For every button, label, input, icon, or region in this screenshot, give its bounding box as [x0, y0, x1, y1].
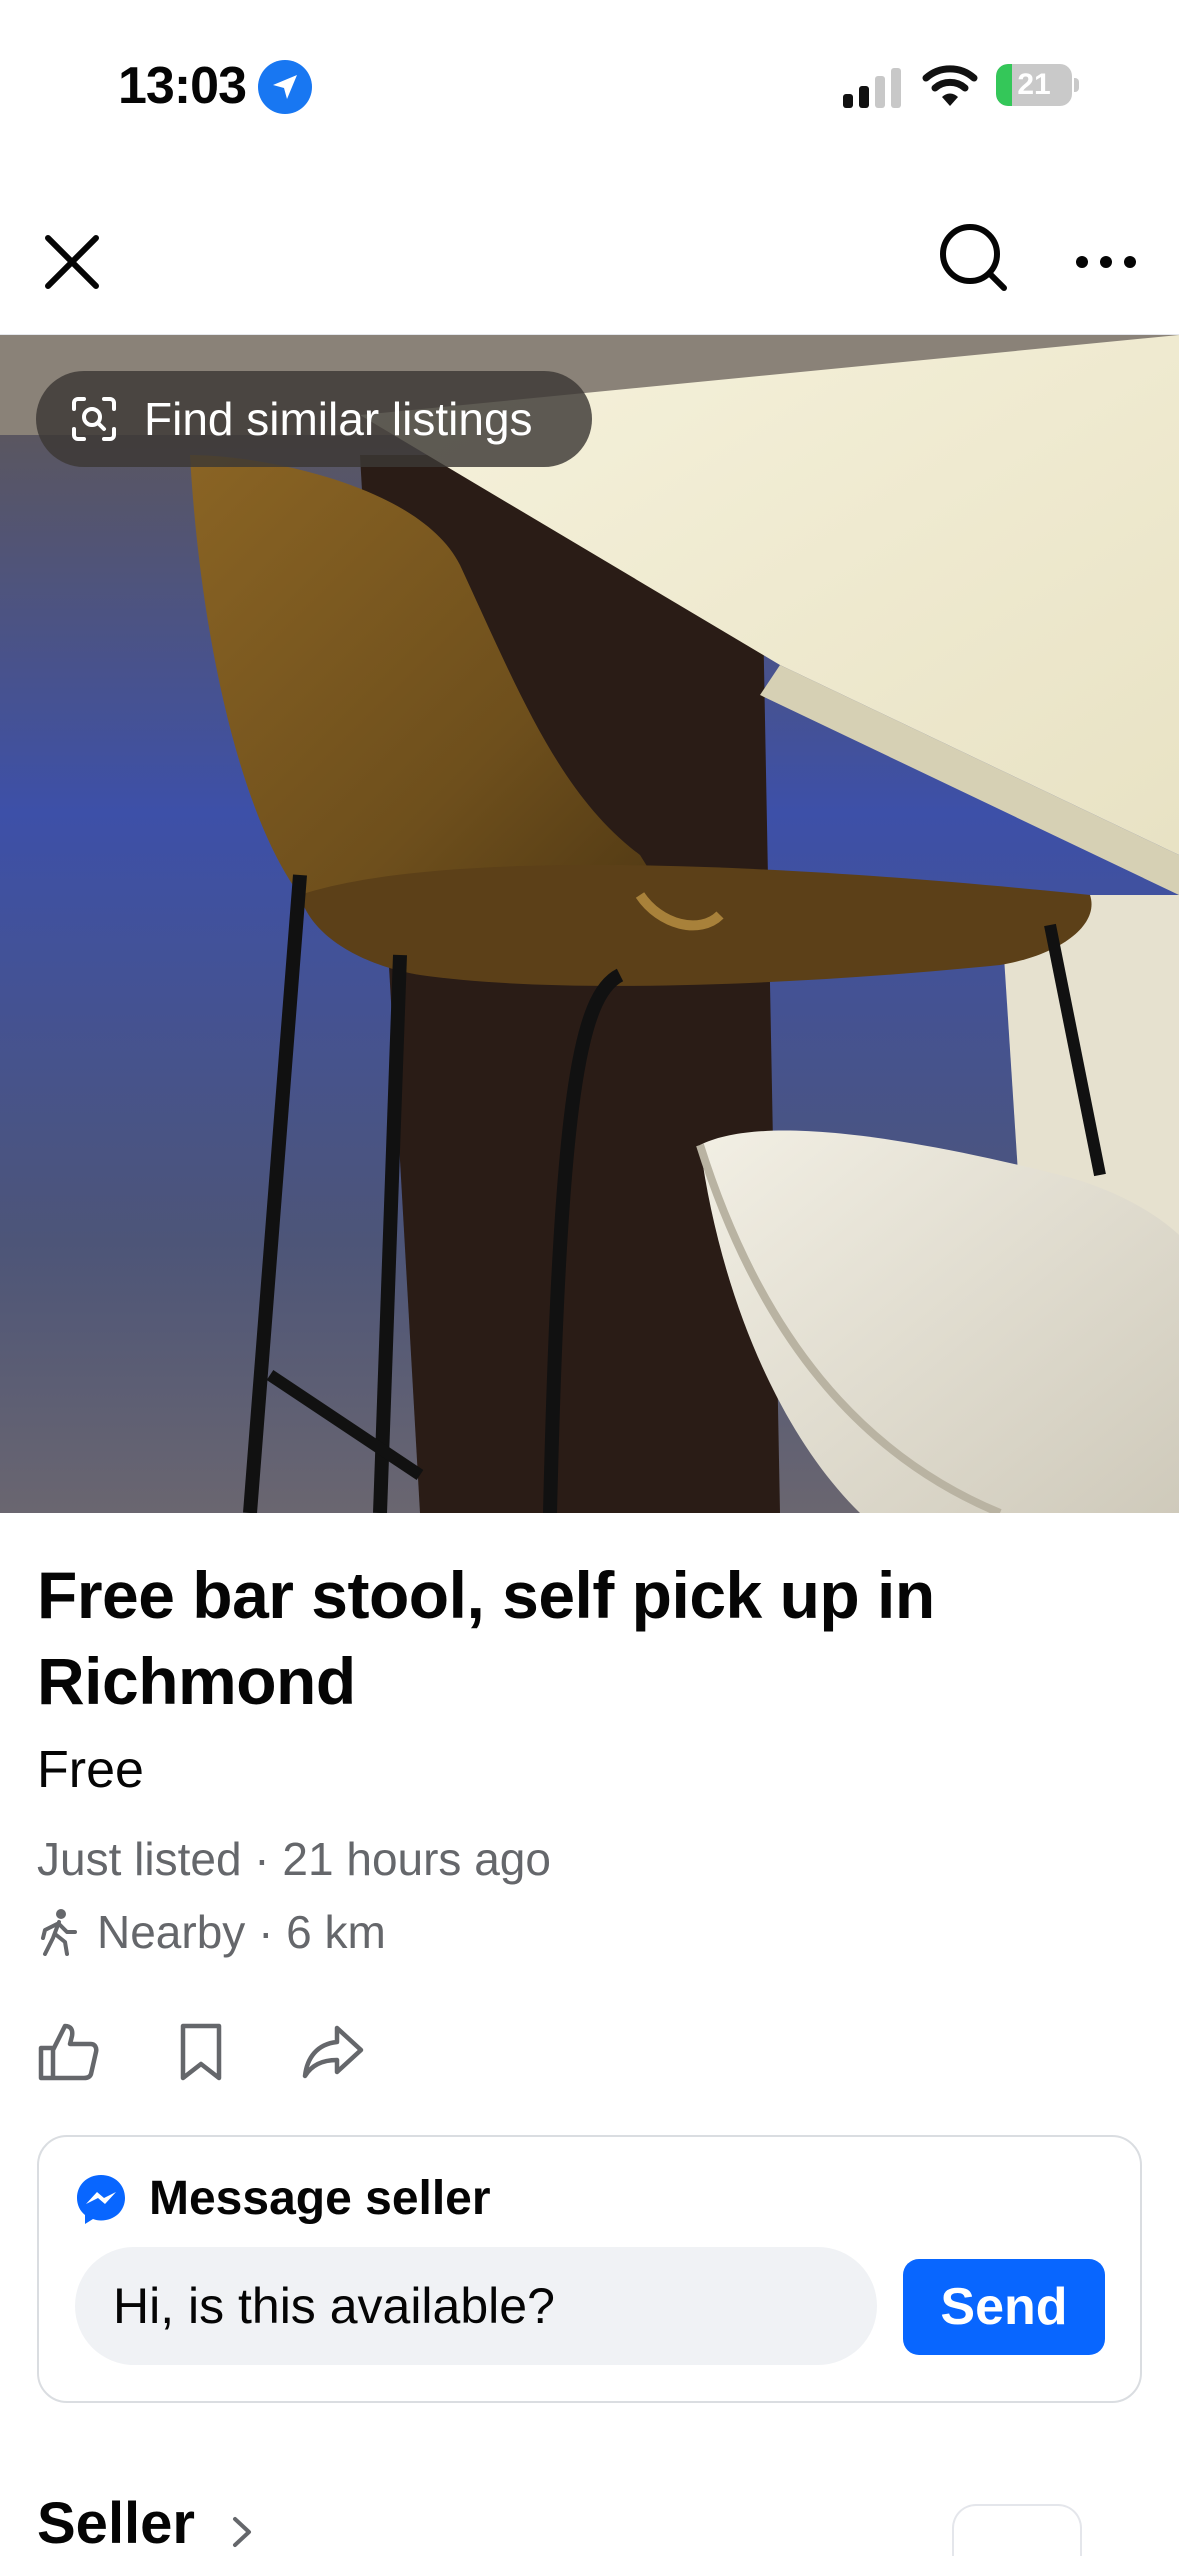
chevron-right-icon	[233, 2516, 251, 2547]
share-icon	[302, 2025, 364, 2079]
seller-avatar[interactable]	[952, 2504, 1082, 2556]
message-seller-heading: Message seller	[149, 2172, 491, 2225]
find-similar-label: Find similar listings	[144, 393, 533, 445]
message-seller-card: Message seller Send	[37, 2135, 1142, 2403]
more-options-button[interactable]	[1064, 220, 1148, 304]
find-similar-listings-button[interactable]: Find similar listings	[36, 371, 592, 467]
send-button[interactable]: Send	[903, 2259, 1105, 2355]
location-arrow-icon	[258, 60, 312, 114]
search-button[interactable]	[930, 214, 1020, 304]
message-input[interactable]	[75, 2247, 877, 2365]
listing-price: Free	[37, 1741, 144, 1799]
listing-location[interactable]: Nearby · 6 km	[37, 1905, 386, 1959]
nav-bar	[0, 190, 1179, 335]
location-text: Nearby · 6 km	[97, 1906, 386, 1958]
visual-search-icon	[72, 397, 116, 441]
messenger-icon	[77, 2175, 125, 2224]
bar-stool-photo	[0, 335, 1179, 1513]
cellular-signal-icon	[843, 68, 901, 108]
seller-heading: Seller	[37, 2491, 195, 2556]
listing-actions	[37, 2020, 433, 2084]
listed-time: Just listed · 21 hours ago	[37, 1833, 551, 1885]
like-button[interactable]	[37, 2020, 101, 2084]
walking-person-icon	[41, 1909, 77, 1956]
search-icon	[940, 224, 1007, 291]
listing-photo[interactable]: Find similar listings	[0, 335, 1179, 1513]
seller-section-link[interactable]: Seller	[37, 2490, 253, 2556]
save-button[interactable]	[169, 2020, 233, 2084]
close-icon	[45, 235, 99, 289]
status-bar: 13:03 21	[0, 0, 1179, 170]
battery-level: 21	[1017, 68, 1051, 101]
thumbs-up-icon	[38, 2023, 99, 2081]
status-time: 13:03	[118, 57, 247, 115]
bookmark-icon	[180, 2023, 222, 2081]
battery-icon: 21	[996, 64, 1079, 106]
wifi-icon	[922, 65, 978, 106]
more-horizontal-icon	[1076, 256, 1136, 268]
listing-title: Free bar stool, self pick up in Richmond	[37, 1558, 935, 1718]
share-button[interactable]	[301, 2020, 365, 2084]
close-button[interactable]	[30, 220, 114, 304]
